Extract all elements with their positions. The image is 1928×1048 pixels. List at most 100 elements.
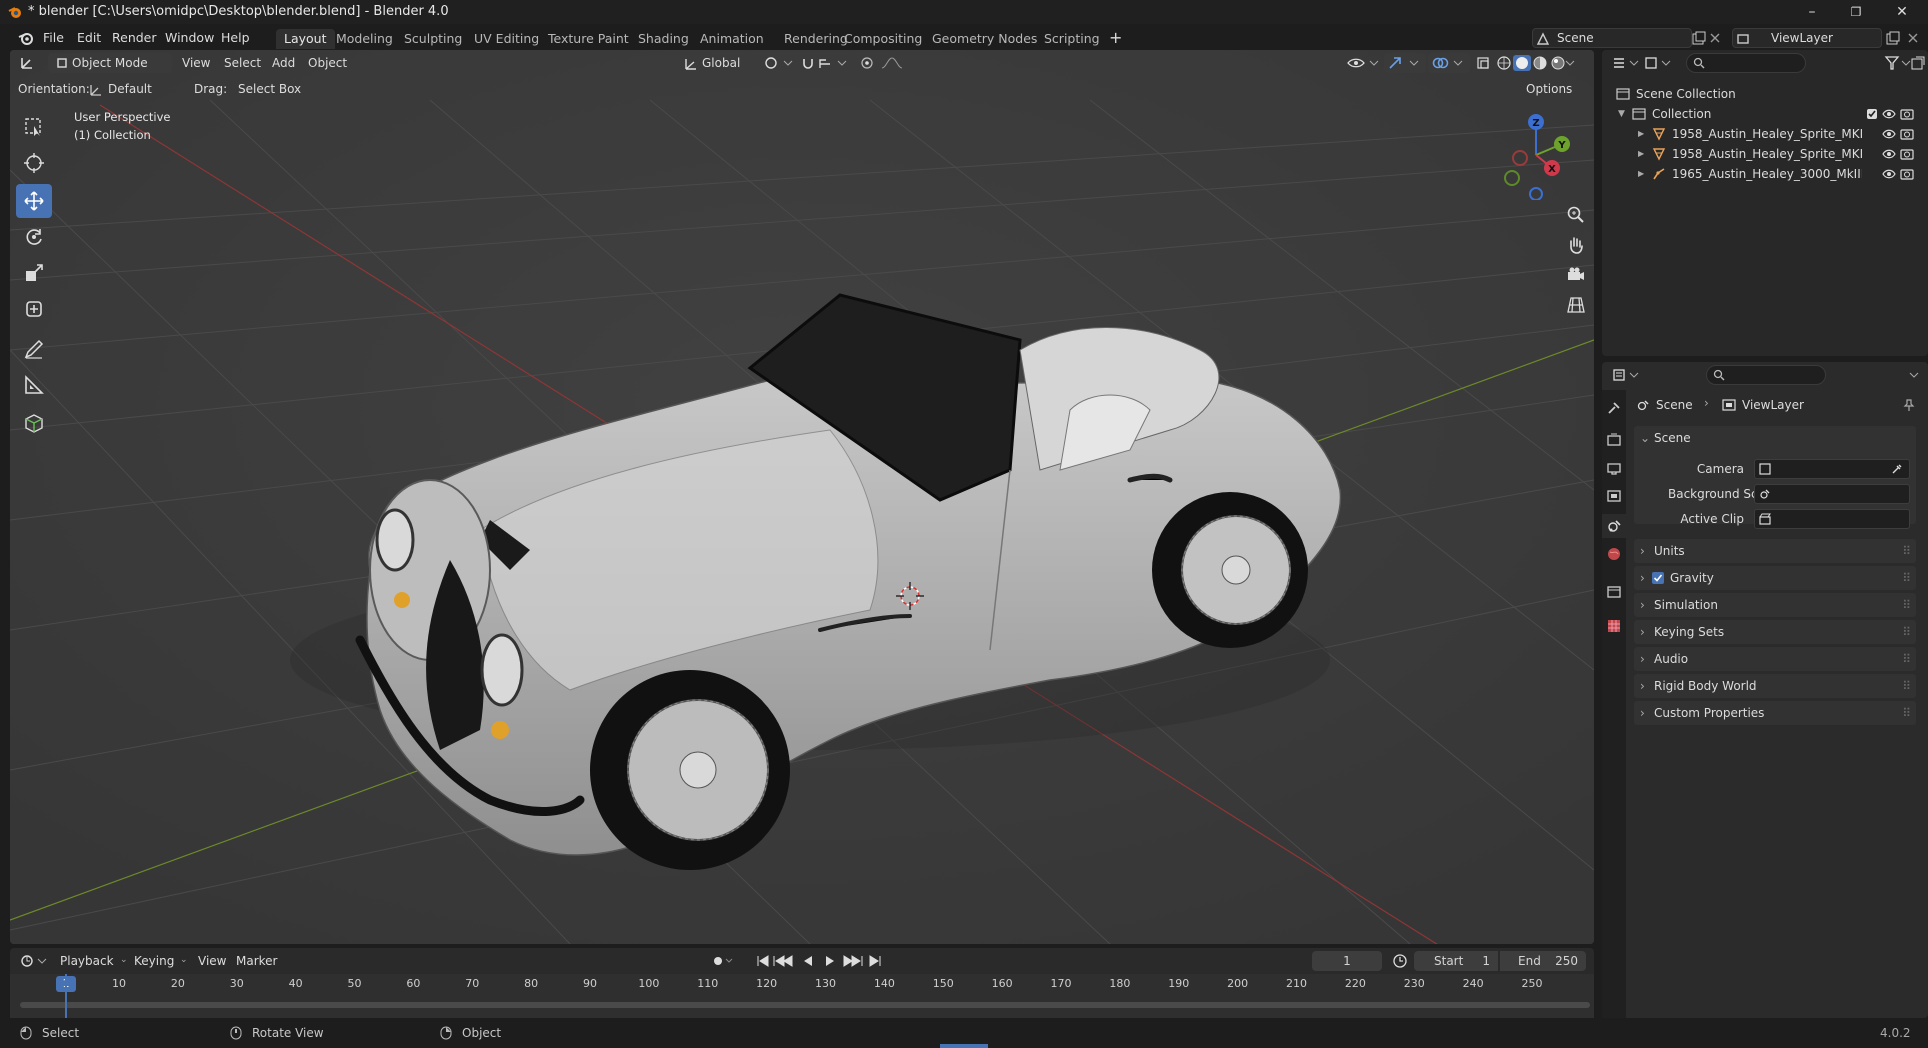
gravity-checkbox[interactable] bbox=[1652, 572, 1664, 584]
shading-mode-icons[interactable] bbox=[1496, 55, 1576, 71]
panel-expand-icon[interactable]: › bbox=[1640, 674, 1645, 698]
add-cube-tool[interactable] bbox=[16, 406, 52, 440]
panel-units[interactable]: › Units ⠿ bbox=[1634, 539, 1916, 563]
timeline-track-area[interactable]: 1102030405060708090100110120130140150160… bbox=[10, 974, 1594, 1018]
playhead-line[interactable] bbox=[65, 974, 67, 1018]
outliner-row-collection[interactable]: ▼ Collection bbox=[1602, 104, 1928, 124]
panel-custom-properties[interactable]: › Custom Properties ⠿ bbox=[1634, 701, 1916, 725]
drag-handle-icon[interactable]: ⠿ bbox=[1902, 674, 1911, 698]
measure-tool[interactable] bbox=[16, 368, 52, 402]
panel-simulation[interactable]: › Simulation ⠿ bbox=[1634, 593, 1916, 617]
maximize-button[interactable]: ❐ bbox=[1834, 0, 1878, 24]
close-button[interactable]: ✕ bbox=[1880, 0, 1924, 24]
object-menu[interactable]: Object bbox=[302, 53, 353, 73]
expand-arrow-icon[interactable]: ▶ bbox=[1638, 144, 1644, 164]
menu-render[interactable]: Render bbox=[105, 29, 164, 47]
background-scene-field[interactable] bbox=[1754, 484, 1910, 504]
workspace-tab-shading[interactable]: Shading bbox=[630, 29, 697, 49]
workspace-tab-sculpting[interactable]: Sculpting bbox=[396, 29, 470, 49]
workspace-tab-compositing[interactable]: Compositing bbox=[836, 29, 930, 49]
viewlayer-selector[interactable]: ViewLayer bbox=[1732, 28, 1882, 48]
new-collection-icon[interactable] bbox=[1910, 55, 1926, 71]
new-viewlayer-icon[interactable] bbox=[1884, 31, 1900, 47]
visibility-selectability-icon[interactable] bbox=[1346, 56, 1380, 70]
menu-edit[interactable]: Edit bbox=[70, 29, 108, 47]
options-dropdown[interactable]: Options bbox=[1520, 79, 1588, 99]
outliner-editor-type-icon[interactable] bbox=[1612, 56, 1640, 70]
scene-tab-active[interactable] bbox=[1602, 514, 1626, 538]
scene-panel-title[interactable]: Scene bbox=[1654, 431, 1691, 445]
add-menu[interactable]: Add bbox=[266, 53, 301, 73]
view-menu[interactable]: View bbox=[176, 53, 216, 73]
outliner-search-input[interactable] bbox=[1686, 53, 1806, 73]
menu-help[interactable]: Help bbox=[214, 29, 257, 47]
pivot-point-icon[interactable] bbox=[764, 56, 794, 70]
outliner-row-scene-collection[interactable]: Scene Collection bbox=[1602, 84, 1928, 104]
render-camera-icon[interactable] bbox=[1900, 128, 1914, 140]
scale-tool[interactable] bbox=[16, 256, 52, 290]
tool-tab-icon[interactable] bbox=[1606, 400, 1622, 416]
proportional-editing-icon[interactable] bbox=[860, 56, 910, 70]
preview-range-clock-icon[interactable] bbox=[1392, 953, 1408, 969]
workspace-tab-texture-paint[interactable]: Texture Paint bbox=[540, 29, 637, 49]
drag-handle-icon[interactable]: ⠿ bbox=[1902, 593, 1911, 617]
world-tab-icon[interactable] bbox=[1606, 546, 1622, 562]
workspace-tab-geometry-nodes[interactable]: Geometry Nodes bbox=[924, 29, 1045, 49]
move-tool[interactable] bbox=[16, 184, 52, 218]
drag-handle-icon[interactable]: ⠿ bbox=[1902, 647, 1911, 671]
pin-icon[interactable] bbox=[1902, 398, 1916, 412]
zoom-icon[interactable] bbox=[1566, 205, 1586, 225]
end-frame-field[interactable]: End 250 bbox=[1500, 951, 1586, 971]
minimize-button[interactable]: – bbox=[1790, 0, 1834, 24]
current-frame-field[interactable]: 1 bbox=[1312, 951, 1382, 971]
filter-icon[interactable] bbox=[1884, 55, 1912, 71]
panel-expand-icon[interactable]: › bbox=[1640, 701, 1645, 725]
drag-dropdown[interactable]: Select Box bbox=[232, 79, 312, 99]
visibility-eye-icon[interactable] bbox=[1882, 108, 1896, 120]
drag-handle-icon[interactable]: ⠿ bbox=[1902, 539, 1911, 563]
editor-type-icon[interactable] bbox=[20, 56, 40, 70]
delete-viewlayer-icon[interactable] bbox=[1906, 31, 1920, 45]
timeline-view-menu[interactable]: View bbox=[192, 951, 232, 971]
visibility-eye-icon[interactable] bbox=[1882, 128, 1896, 140]
properties-options-chevron-icon[interactable] bbox=[1908, 370, 1920, 380]
collapse-arrow-icon[interactable]: ▼ bbox=[1618, 104, 1625, 124]
visibility-eye-icon[interactable] bbox=[1882, 168, 1896, 180]
select-box-tool[interactable] bbox=[16, 110, 52, 144]
panel-expand-icon[interactable]: › bbox=[1640, 593, 1645, 617]
menu-file[interactable]: File bbox=[36, 29, 71, 47]
transform-tool[interactable] bbox=[16, 292, 52, 326]
workspace-tab-animation[interactable]: Animation bbox=[692, 29, 772, 49]
panel-expand-icon[interactable]: › bbox=[1640, 566, 1645, 590]
timeline-editor-type-icon[interactable] bbox=[20, 954, 48, 968]
expand-arrow-icon[interactable]: ▶ bbox=[1638, 164, 1644, 184]
overlay-toggle[interactable] bbox=[1428, 53, 1470, 73]
marker-menu[interactable]: Marker bbox=[230, 951, 283, 971]
scene-selector[interactable]: Scene bbox=[1532, 28, 1692, 48]
outliner-object-row[interactable]: ▶ 1958_Austin_Healey_Sprite_MKI_... bbox=[1602, 144, 1928, 164]
start-frame-field[interactable]: Start 1 bbox=[1414, 951, 1498, 971]
drag-handle-icon[interactable]: ⠿ bbox=[1902, 620, 1911, 644]
visibility-eye-icon[interactable] bbox=[1882, 148, 1896, 160]
navigation-gizmo[interactable]: Z Y X bbox=[1490, 110, 1590, 200]
view-layer-tab-icon[interactable] bbox=[1606, 488, 1622, 504]
camera-field[interactable] bbox=[1754, 459, 1910, 479]
new-scene-icon[interactable] bbox=[1690, 31, 1706, 47]
outliner-object-row[interactable]: ▶ 1958_Austin_Healey_Sprite_MKI_... bbox=[1602, 124, 1928, 144]
drag-handle-icon[interactable]: ⠿ bbox=[1902, 701, 1911, 725]
collection-tab-icon[interactable] bbox=[1606, 584, 1622, 600]
properties-search-input[interactable] bbox=[1706, 365, 1826, 385]
timeline-scrollbar[interactable] bbox=[20, 1002, 1590, 1008]
render-camera-icon[interactable] bbox=[1900, 148, 1914, 160]
panel-expand-icon[interactable]: › bbox=[1640, 539, 1645, 563]
panel-keying-sets[interactable]: › Keying Sets ⠿ bbox=[1634, 620, 1916, 644]
panel-expand-icon[interactable]: › bbox=[1640, 620, 1645, 644]
display-mode-icon[interactable] bbox=[1644, 56, 1672, 70]
viewport-scene[interactable] bbox=[10, 50, 1594, 944]
outliner-object-row[interactable]: ▶ 1965_Austin_Healey_3000_MkIII_... bbox=[1602, 164, 1928, 184]
select-menu[interactable]: Select bbox=[218, 53, 267, 73]
3d-viewport[interactable]: Object Mode View Select Add Object Globa… bbox=[10, 50, 1594, 944]
workspace-tab-layout[interactable]: Layout bbox=[276, 29, 335, 49]
collection-checkbox-icon[interactable] bbox=[1866, 108, 1878, 120]
workspace-tab-modeling[interactable]: Modeling bbox=[328, 29, 401, 49]
